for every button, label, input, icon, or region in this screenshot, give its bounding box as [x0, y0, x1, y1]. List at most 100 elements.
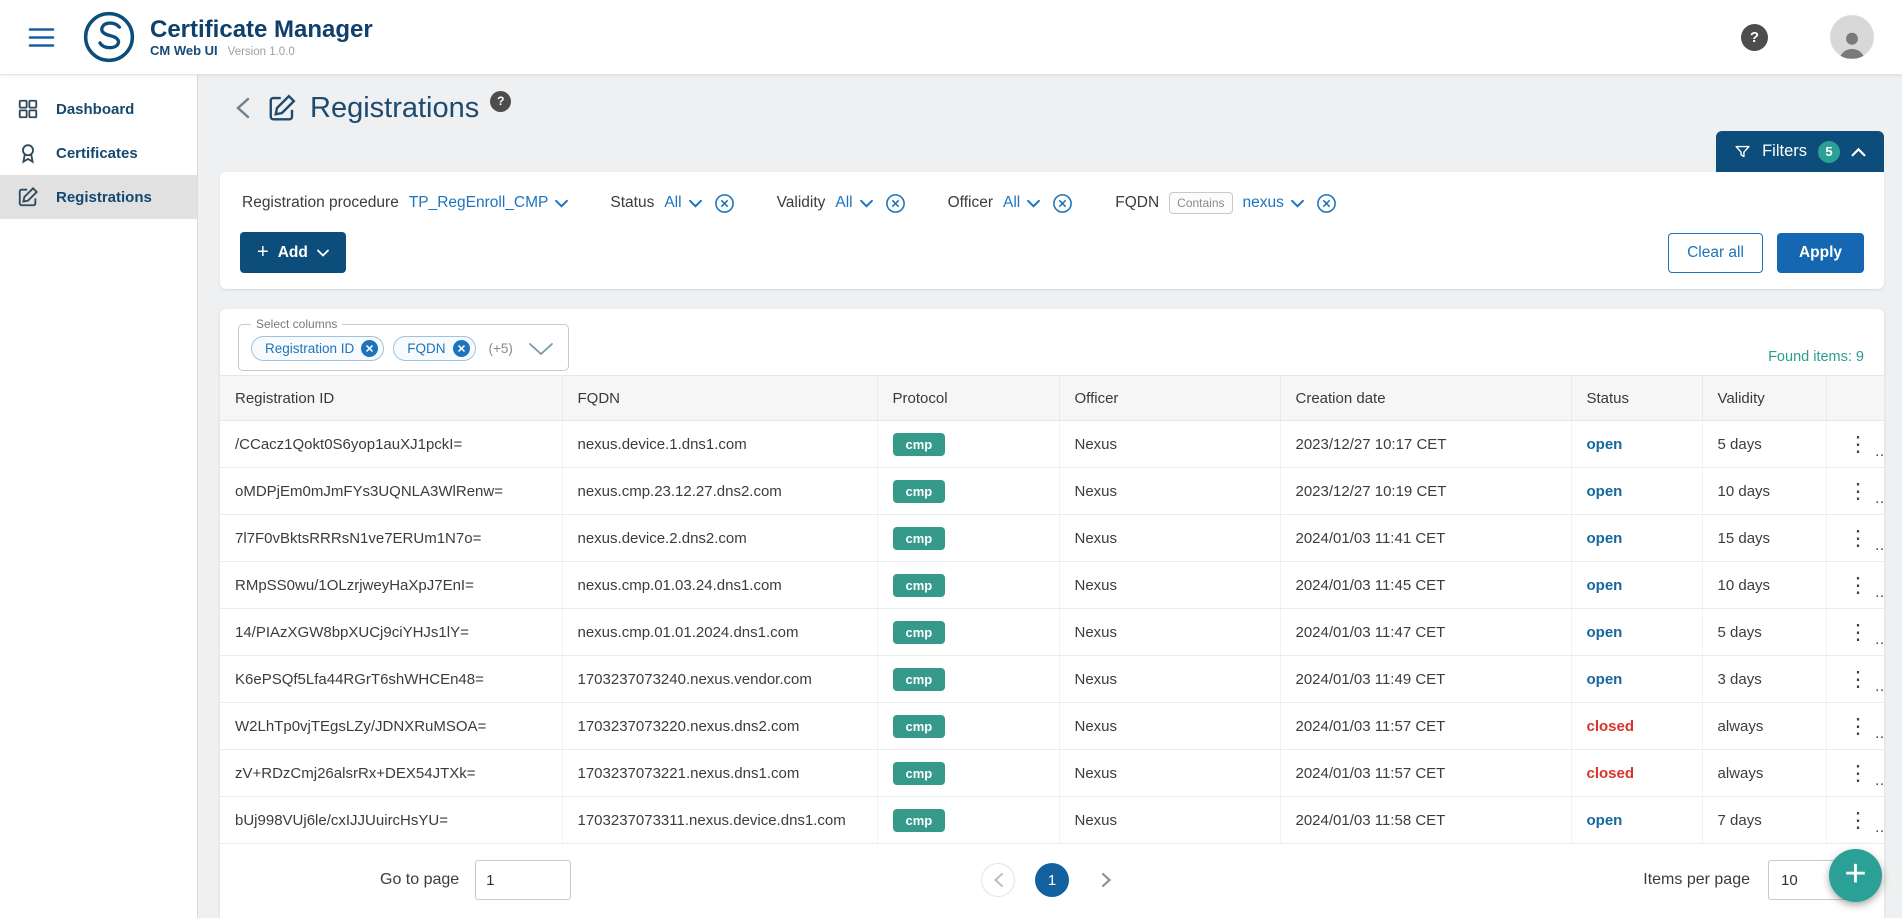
cell-actions: ⋮ [1826, 468, 1884, 515]
add-registration-fab[interactable]: + [1829, 849, 1882, 902]
row-actions-kebab-icon[interactable]: ⋮ [1842, 716, 1875, 737]
cell-validity: 7 days [1702, 797, 1826, 844]
page-help-icon[interactable]: ? [490, 91, 511, 112]
cell-officer: Nexus [1059, 515, 1280, 562]
table-row[interactable]: bUj998VUj6le/cxIJJUuircHsYU= 17032370733… [220, 797, 1884, 844]
cell-validity: always [1702, 750, 1826, 797]
cell-fqdn: nexus.cmp.01.03.24.dns1.com [562, 562, 877, 609]
menu-icon[interactable] [24, 19, 60, 55]
status-badge: open [1571, 609, 1702, 656]
row-actions-kebab-icon[interactable]: ⋮ [1842, 622, 1875, 643]
cell-actions: ⋮ [1826, 562, 1884, 609]
sidebar-item-label: Certificates [56, 145, 138, 162]
cell-registration-id: W2LhTp0vjTEgsLZy/JDNXRuMSOA= [220, 703, 562, 750]
next-page-icon[interactable] [1089, 863, 1123, 897]
cell-fqdn: 1703237073311.nexus.device.dns1.com [562, 797, 877, 844]
sidebar-item-registrations[interactable]: Registrations [0, 175, 197, 219]
cell-creation-date: 2024/01/03 11:49 CET [1280, 656, 1571, 703]
status-badge: open [1571, 656, 1702, 703]
cell-creation-date: 2024/01/03 11:58 CET [1280, 797, 1571, 844]
filter-value-dropdown[interactable]: nexus [1243, 194, 1304, 212]
remove-chip-icon[interactable] [453, 340, 470, 357]
pagination: 1 [981, 863, 1123, 897]
chevron-down-icon[interactable] [526, 342, 556, 356]
cell-fqdn: 1703237073240.nexus.vendor.com [562, 656, 877, 703]
cell-officer: Nexus [1059, 797, 1280, 844]
select-columns-control[interactable]: Select columns Registration ID FQDN (+5) [238, 317, 569, 371]
table-row[interactable]: W2LhTp0vjTEgsLZy/JDNXRuMSOA= 17032370732… [220, 703, 1884, 750]
row-actions-kebab-icon[interactable]: ⋮ [1842, 434, 1875, 455]
clear-filter-icon[interactable] [1052, 193, 1073, 214]
filter-panel: Registration procedure TP_RegEnroll_CMP … [220, 172, 1884, 289]
row-actions-kebab-icon[interactable]: ⋮ [1842, 810, 1875, 831]
row-actions-kebab-icon[interactable]: ⋮ [1842, 763, 1875, 784]
column-chip-registration-id[interactable]: Registration ID [251, 336, 384, 361]
row-actions-kebab-icon[interactable]: ⋮ [1842, 528, 1875, 549]
protocol-badge: cmp [893, 668, 946, 691]
table-row[interactable]: zV+RDzCmj26alsrRx+DEX54JTXk= 17032370732… [220, 750, 1884, 797]
table-row[interactable]: oMDPjEm0mJmFYs3UQNLA3WlRenw= nexus.cmp.2… [220, 468, 1884, 515]
table-row[interactable]: K6ePSQf5Lfa44RGrT6shWHCEn48= 17032370732… [220, 656, 1884, 703]
app-title: Certificate Manager [150, 16, 373, 44]
table-row[interactable]: /CCacz1Qokt0S6yop1auXJ1pckI= nexus.devic… [220, 421, 1884, 468]
cell-creation-date: 2024/01/03 11:57 CET [1280, 703, 1571, 750]
clear-filter-icon[interactable] [885, 193, 906, 214]
sidebar-item-dashboard[interactable]: Dashboard [0, 87, 197, 131]
status-badge: open [1571, 562, 1702, 609]
table-row[interactable]: 14/PIAzXGW8bpXUCj9ciYHJs1lY= nexus.cmp.0… [220, 609, 1884, 656]
certificate-icon [16, 142, 40, 164]
cell-actions: ⋮ [1826, 703, 1884, 750]
back-chevron-icon[interactable] [234, 96, 254, 120]
filter-label: Registration procedure [242, 194, 399, 212]
cell-officer: Nexus [1059, 703, 1280, 750]
clear-filter-icon[interactable] [1316, 193, 1337, 214]
filter-operator-chip: Contains [1169, 192, 1232, 214]
filters-toggle-button[interactable]: Filters 5 [1716, 131, 1884, 172]
cell-creation-date: 2024/01/03 11:45 CET [1280, 562, 1571, 609]
table-footer: Go to page 1 Items per page 10 [220, 845, 1884, 918]
table-header-row: Registration ID FQDN Protocol Officer Cr… [220, 376, 1884, 421]
protocol-badge: cmp [893, 527, 946, 550]
top-bar: Certificate Manager CM Web UI Version 1.… [0, 0, 1902, 75]
protocol-badge: cmp [893, 621, 946, 644]
row-actions-kebab-icon[interactable]: ⋮ [1842, 669, 1875, 690]
app-logo-icon [82, 10, 136, 64]
help-icon[interactable]: ? [1741, 24, 1768, 51]
clear-all-button[interactable]: Clear all [1668, 233, 1763, 273]
column-chip-fqdn[interactable]: FQDN [393, 336, 475, 361]
apply-button[interactable]: Apply [1777, 233, 1864, 273]
table-row[interactable]: RMpSS0wu/1OLzrjweyHaXpJ7EnI= nexus.cmp.0… [220, 562, 1884, 609]
remove-chip-icon[interactable] [361, 340, 378, 357]
row-actions-kebab-icon[interactable]: ⋮ [1842, 481, 1875, 502]
filter-value-dropdown[interactable]: All [835, 194, 872, 212]
current-page-button[interactable]: 1 [1035, 863, 1069, 897]
filter-value: TP_RegEnroll_CMP [409, 194, 549, 212]
cell-registration-id: zV+RDzCmj26alsrRx+DEX54JTXk= [220, 750, 562, 797]
column-header-protocol: Protocol [877, 376, 1059, 421]
go-to-page-input[interactable] [475, 860, 571, 900]
sidebar: Dashboard Certificates Registrations [0, 75, 198, 918]
chip-label: FQDN [407, 341, 445, 356]
clear-filter-icon[interactable] [714, 193, 735, 214]
filter-officer: Officer All [948, 193, 1074, 214]
filter-value-dropdown[interactable]: All [664, 194, 701, 212]
table-row[interactable]: 7l7F0vBktsRRRsN1ve7ERUm1N7o= nexus.devic… [220, 515, 1884, 562]
select-columns-legend: Select columns [251, 317, 342, 331]
row-actions-kebab-icon[interactable]: ⋮ [1842, 575, 1875, 596]
cell-validity: always [1702, 703, 1826, 750]
protocol-badge: cmp [893, 480, 946, 503]
status-badge: open [1571, 421, 1702, 468]
filter-value-dropdown[interactable]: All [1003, 194, 1040, 212]
cell-validity: 5 days [1702, 421, 1826, 468]
items-per-page-label: Items per page [1643, 871, 1750, 889]
avatar[interactable] [1830, 15, 1874, 59]
cell-fqdn: nexus.cmp.23.12.27.dns2.com [562, 468, 877, 515]
filter-value-dropdown[interactable]: TP_RegEnroll_CMP [409, 194, 569, 212]
sidebar-item-certificates[interactable]: Certificates [0, 131, 197, 175]
cell-protocol: cmp [877, 797, 1059, 844]
previous-page-icon[interactable] [981, 863, 1015, 897]
cell-fqdn: nexus.device.2.dns2.com [562, 515, 877, 562]
add-button[interactable]: + Add [240, 232, 346, 273]
go-to-page-label: Go to page [380, 871, 459, 889]
filter-label: Status [610, 194, 654, 212]
